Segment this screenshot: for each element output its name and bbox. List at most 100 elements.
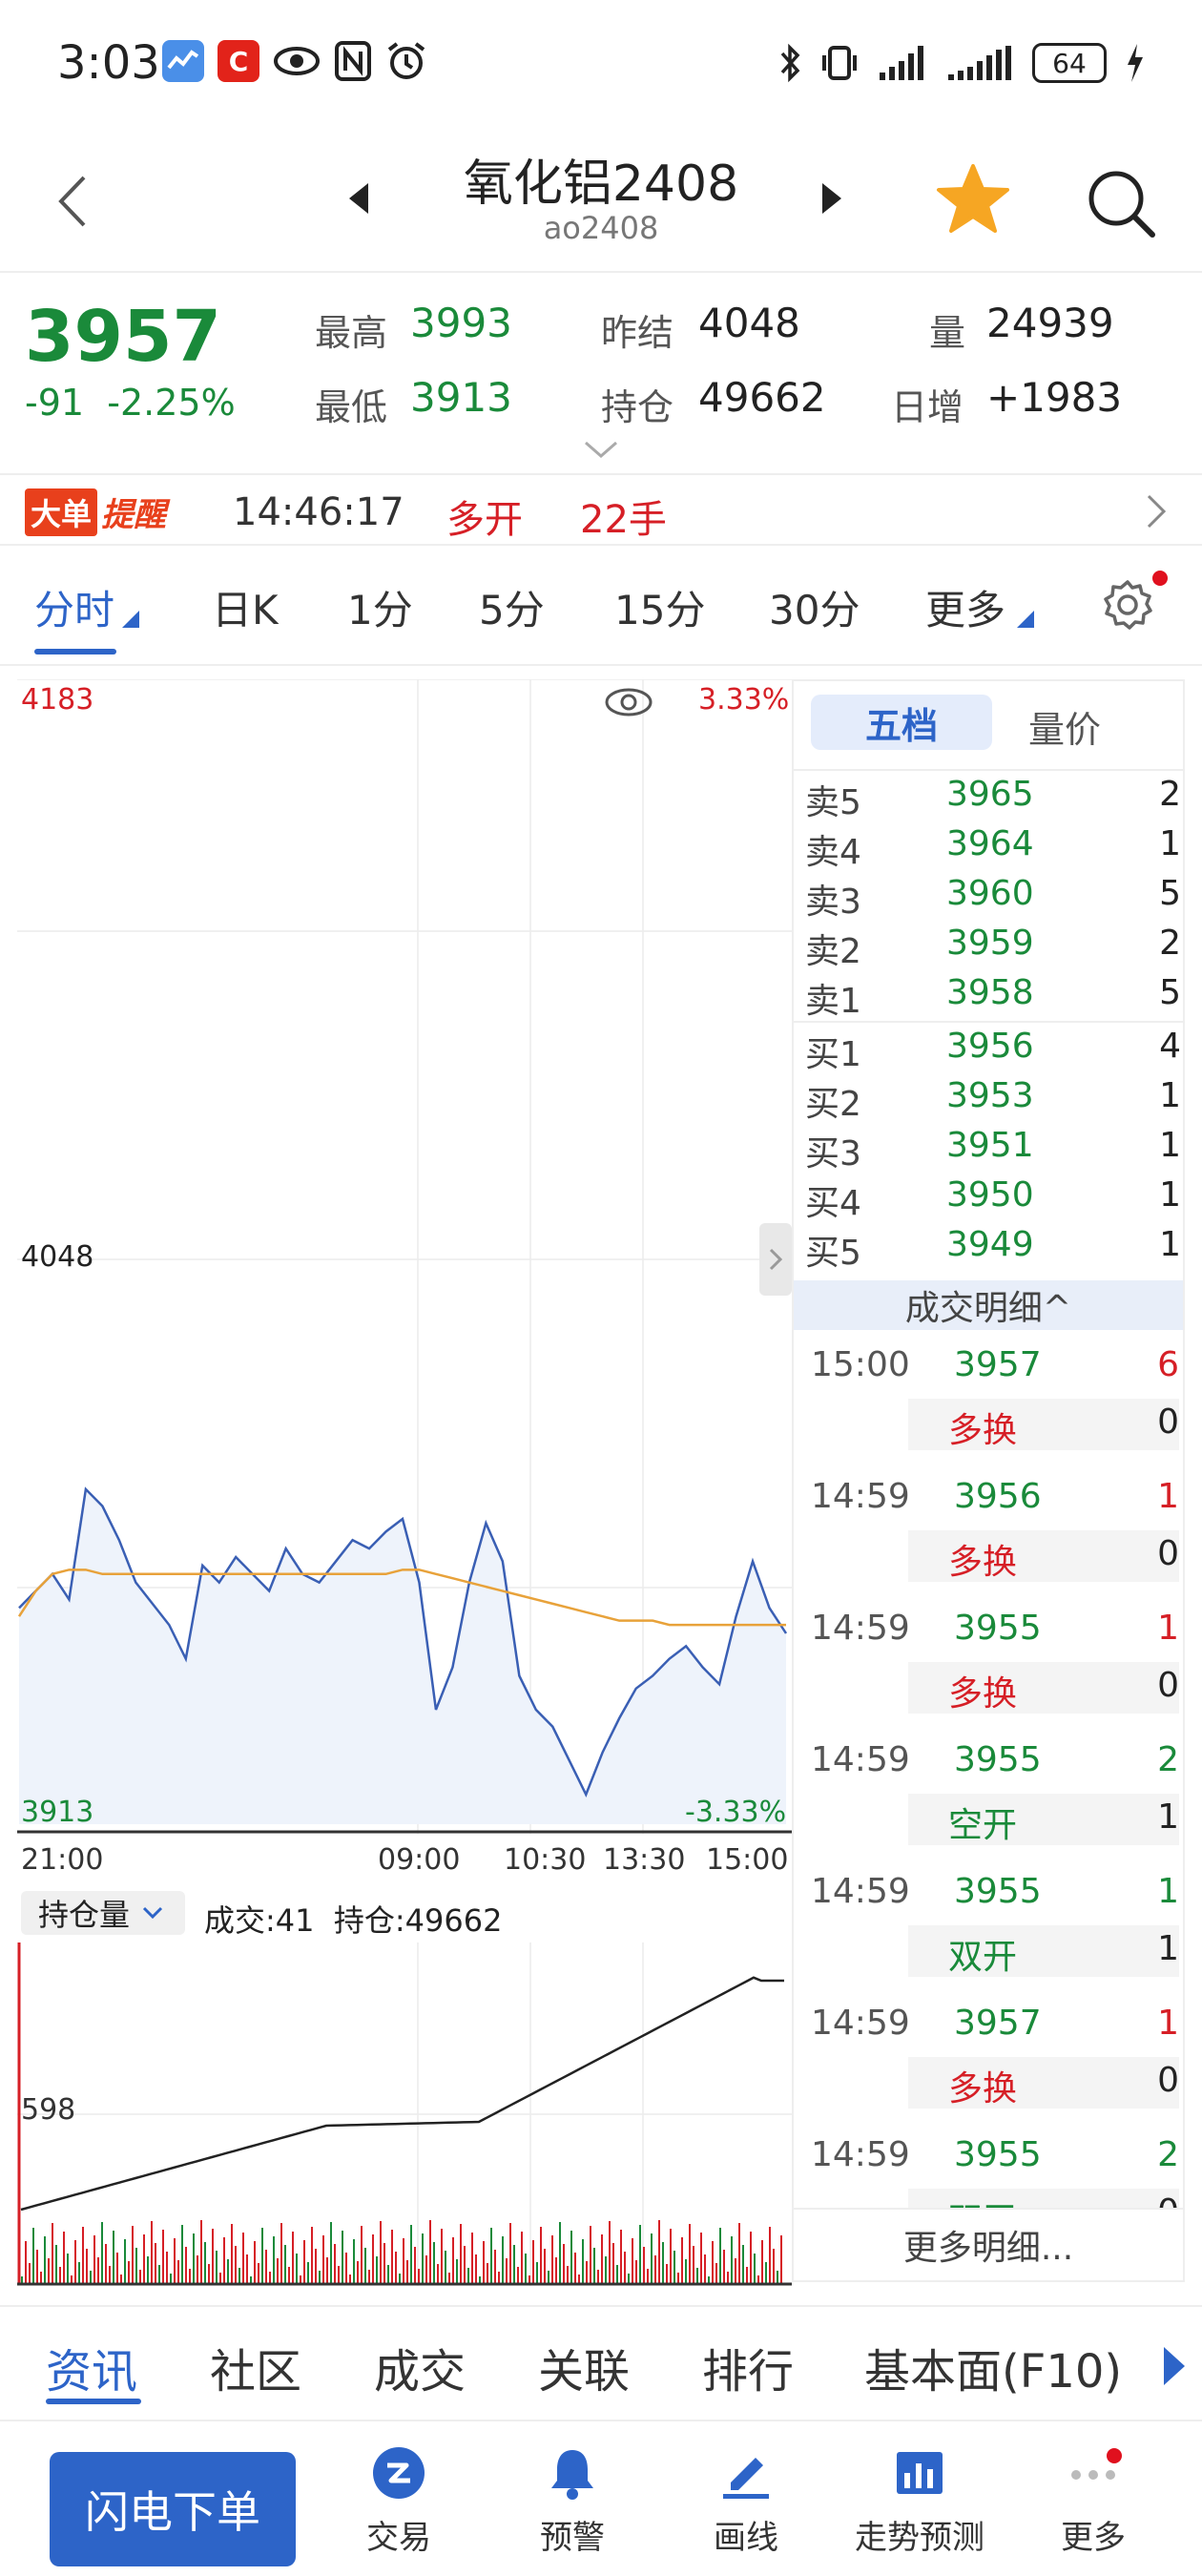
open-interest-canvas[interactable] [17, 1942, 792, 2286]
volume-bar [231, 2224, 233, 2284]
volume-bar [700, 2233, 702, 2284]
more-detail-link[interactable]: 更多明细... [794, 2208, 1183, 2280]
trade-detail-header[interactable]: 成交明细^ [794, 1280, 1183, 1330]
open-interest-pane[interactable]: 598 [17, 1942, 792, 2286]
favorite-star-icon[interactable] [935, 160, 1011, 237]
volume-bar [292, 2232, 294, 2284]
volume-bar [765, 2262, 767, 2284]
collapse-panel-handle[interactable] [759, 1223, 792, 1296]
volume-bar [364, 2248, 366, 2284]
nav-more-label: 更多 [1061, 2519, 1126, 2557]
chevron-right-icon[interactable] [1143, 492, 1170, 530]
volume-bar [517, 2267, 519, 2284]
expand-chevron-icon[interactable] [582, 439, 620, 462]
nav-trade[interactable]: 交易 [322, 2444, 475, 2568]
tab-news[interactable]: 资讯 [46, 2334, 137, 2400]
volume-bar [395, 2252, 397, 2284]
notification-dot [1152, 571, 1168, 586]
volume-bar [471, 2233, 473, 2284]
gear-icon[interactable] [1101, 578, 1154, 632]
intraday-chart[interactable]: 4183 3.33% 4048 3913 -3.33% [17, 678, 792, 2282]
volume-bar [357, 2261, 359, 2284]
volume-bar [601, 2234, 603, 2284]
volume-bar [445, 2251, 446, 2284]
tab-1min[interactable]: 1分 [347, 578, 413, 636]
volume-bar [383, 2243, 385, 2284]
charging-icon [1128, 44, 1143, 82]
eye-icon[interactable] [603, 681, 654, 727]
tab-30min[interactable]: 30分 [769, 578, 860, 636]
nav-forecast[interactable]: 走势预测 [843, 2444, 996, 2568]
volume-bar [177, 2260, 179, 2284]
dropdown-corner-icon [1017, 611, 1034, 628]
ask-row-5: 卖5 3965 2 [805, 775, 1181, 822]
nav-draw[interactable]: 画线 [670, 2444, 822, 2568]
volume-bar [334, 2244, 336, 2284]
volume-bar [63, 2232, 65, 2284]
volume-bar [97, 2257, 99, 2284]
volume-bar [715, 2263, 717, 2284]
volume-bar [185, 2247, 187, 2284]
volume-bar [746, 2267, 748, 2284]
more-dots-icon [1071, 2448, 1122, 2480]
tab-5min[interactable]: 5分 [479, 578, 545, 636]
chart-canvas[interactable] [17, 678, 792, 2282]
tab-ranking[interactable]: 排行 [702, 2334, 794, 2400]
volume-bar [29, 2263, 31, 2284]
volume-bar [277, 2258, 279, 2284]
volume-bar [532, 2240, 534, 2284]
scroll-right-arrow-icon[interactable] [1164, 2347, 1185, 2385]
volume-bar [761, 2240, 763, 2284]
volume-bar [124, 2239, 126, 2284]
volume-bar [643, 2247, 645, 2284]
vibrate-icon [822, 46, 857, 80]
volume-bar [494, 2250, 496, 2284]
volume-bar [719, 2228, 721, 2284]
tab-15min[interactable]: 15分 [614, 578, 705, 636]
volume-bar [418, 2269, 420, 2284]
tab-volume-price[interactable]: 量价 [1028, 700, 1101, 753]
tab-related[interactable]: 关联 [538, 2334, 630, 2400]
nav-alert[interactable]: 预警 [496, 2444, 649, 2568]
volume-bar [93, 2235, 95, 2284]
volume-bar [406, 2260, 408, 2284]
volume-bar [338, 2266, 340, 2284]
search-icon[interactable] [1084, 166, 1158, 240]
tab-five-levels[interactable]: 五档 [811, 695, 992, 750]
tab-trades[interactable]: 成交 [374, 2334, 466, 2400]
volume-bar [258, 2263, 259, 2284]
alert-type: 多开 [446, 498, 523, 542]
forecast-book-icon [897, 2452, 943, 2494]
volume-bar [593, 2248, 595, 2284]
tab-community[interactable]: 社区 [210, 2334, 301, 2400]
tab-fundamentals[interactable]: 基本面(F10) [864, 2334, 1122, 2400]
volume-bar [82, 2227, 84, 2284]
order-book-panel: 五档 量价 卖5 3965 2 卖4 3964 1 卖3 3960 5 卖2 3959 2 卖1… [792, 679, 1185, 2282]
volume-bar [280, 2223, 282, 2284]
volume-bar [74, 2240, 76, 2284]
nav-more[interactable]: 更多 [1017, 2444, 1170, 2568]
tab-daily-k[interactable]: 日K [212, 578, 279, 636]
tab-more[interactable]: 更多 [925, 578, 1005, 636]
volume-bar [269, 2272, 271, 2284]
flash-order-button[interactable]: 闪电下单 [50, 2452, 296, 2566]
indicator-select[interactable]: 持仓量 [21, 1891, 185, 1935]
volume-bar [628, 2274, 630, 2284]
volume-bar [147, 2256, 149, 2284]
daily-inc-label: 日增 [891, 386, 964, 428]
chart-top-pct: 3.33% [698, 683, 790, 717]
volume-bar [559, 2222, 561, 2284]
indicator-info: 成交:41 持仓:49662 [204, 1902, 503, 1939]
volume-bar [651, 2233, 653, 2284]
volume-bar [616, 2265, 618, 2284]
big-order-alert[interactable]: 大单 提醒 14:46:17 多开 22手 [0, 473, 1202, 546]
bid-row-4: 买4 3950 1 [805, 1175, 1181, 1223]
volume-bar [101, 2222, 103, 2284]
open-interest-label: 持仓 [601, 386, 674, 428]
chart-bottom-price: 3913 [21, 1796, 94, 1829]
next-contract-arrow-icon[interactable] [822, 183, 841, 214]
volume-bar [254, 2241, 256, 2284]
volume-bar [475, 2254, 477, 2284]
time-label-0900: 09:00 [378, 1843, 461, 1877]
tab-timeshare[interactable]: 分时 [34, 578, 114, 636]
